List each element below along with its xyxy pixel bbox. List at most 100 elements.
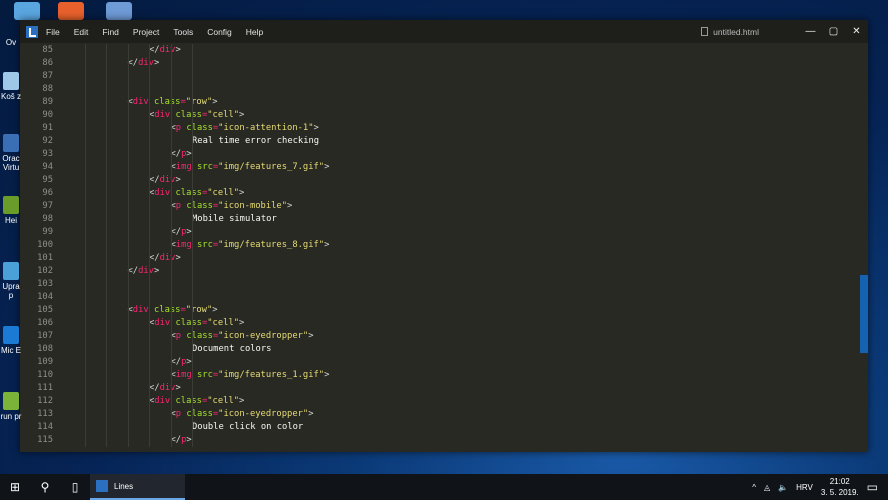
token-p: > — [153, 58, 160, 68]
indent-guide — [127, 278, 129, 291]
token-p: > — [324, 370, 330, 380]
code-line[interactable]: 99 </p> — [20, 226, 868, 239]
desktop-icon[interactable]: Mic E — [0, 326, 22, 355]
menu-config[interactable]: Config — [207, 27, 232, 37]
desktop-icon[interactable]: Orac Virtu — [0, 134, 22, 172]
code-line[interactable]: 102 </div> — [20, 265, 868, 278]
desktop-icon-top-2[interactable] — [58, 2, 84, 20]
code-line[interactable]: 111 </div> — [20, 382, 868, 395]
indent-guide — [192, 317, 193, 330]
code-line[interactable]: 114 Double click on color — [20, 421, 868, 434]
minimize-button[interactable]: — — [799, 26, 822, 37]
start-button[interactable]: ⊞ — [0, 480, 30, 494]
indent-guide — [149, 304, 150, 317]
file-tab[interactable]: untitled.html — [701, 27, 759, 37]
indent-guide — [127, 369, 129, 382]
indent-guide — [170, 330, 172, 343]
menu-find[interactable]: Find — [102, 27, 119, 37]
code-line[interactable]: 88 — [20, 83, 868, 96]
code-text: <p class="icon-attention-1"> — [53, 122, 868, 135]
indent-guide — [84, 96, 86, 109]
code-text: <div class="row"> — [53, 96, 868, 109]
indent-guide — [149, 200, 150, 213]
indent-guide — [149, 148, 150, 161]
code-line[interactable]: 97 <p class="icon-mobile"> — [20, 200, 868, 213]
menu-edit[interactable]: Edit — [74, 27, 89, 37]
code-line[interactable]: 112 <div class="cell"> — [20, 395, 868, 408]
code-line[interactable]: 94 <img src="img/features_7.gif"> — [20, 161, 868, 174]
code-line[interactable]: 110 <img src="img/features_1.gif"> — [20, 369, 868, 382]
code-line[interactable]: 91 <p class="icon-attention-1"> — [20, 122, 868, 135]
code-line[interactable]: 108 Document colors — [20, 343, 868, 356]
title-bar: File Edit Find Project Tools Config Help… — [20, 20, 868, 43]
code-text: <img src="img/features_8.gif"> — [53, 239, 868, 252]
code-line[interactable]: 104 — [20, 291, 868, 304]
indent-guide — [106, 109, 107, 122]
task-view-button[interactable]: ▯ — [60, 480, 90, 494]
desktop-icon[interactable]: run pr — [0, 392, 22, 421]
indent-guide — [127, 356, 129, 369]
indent-guide — [84, 421, 86, 434]
code-line[interactable]: 107 <p class="icon-eyedropper"> — [20, 330, 868, 343]
menu-file[interactable]: File — [46, 27, 60, 37]
indent-guide — [84, 122, 86, 135]
menu-help[interactable]: Help — [246, 27, 263, 37]
line-number: 100 — [37, 240, 53, 250]
code-line[interactable]: 106 <div class="cell"> — [20, 317, 868, 330]
code-line[interactable]: 101 </div> — [20, 252, 868, 265]
indent-guide — [149, 382, 150, 395]
taskbar-app-lines[interactable]: Lines — [90, 474, 185, 500]
indent-guide — [170, 395, 172, 408]
clock[interactable]: 21:02 3. 5. 2019. — [821, 476, 859, 498]
code-line[interactable]: 87 — [20, 70, 868, 83]
indent-guide — [106, 291, 107, 304]
desktop-icon[interactable]: Hei — [0, 196, 22, 225]
code-line[interactable]: 109 </p> — [20, 356, 868, 369]
desktop-app-icon — [3, 134, 19, 152]
code-line[interactable]: 103 — [20, 278, 868, 291]
code-line[interactable]: 100 <img src="img/features_8.gif"> — [20, 239, 868, 252]
file-name: untitled.html — [713, 26, 759, 37]
search-button[interactable]: ⚲ — [30, 480, 60, 494]
token-attr: src — [196, 162, 213, 172]
line-number: 111 — [37, 383, 53, 393]
desktop-icon-top-3[interactable] — [106, 2, 132, 20]
code-line[interactable]: 96 <div class="cell"> — [20, 187, 868, 200]
indent-guide — [84, 382, 86, 395]
indent-guide — [106, 44, 107, 57]
menu-tools[interactable]: Tools — [173, 27, 193, 37]
code-line[interactable]: 89 <div class="row"> — [20, 96, 868, 109]
code-line[interactable]: 86 </div> — [20, 57, 868, 70]
maximize-button[interactable]: ▢ — [822, 26, 845, 37]
code-editor[interactable]: 85 </div> 86 </div> 87 88 89 <div class="row"> 9… — [20, 43, 868, 452]
desktop-icon-top-1[interactable] — [14, 2, 40, 20]
tray-chevron-up-icon[interactable]: ^ — [752, 483, 756, 492]
code-text — [53, 291, 868, 304]
code-text: </p> — [53, 434, 868, 447]
code-line[interactable]: 90 <div class="cell"> — [20, 109, 868, 122]
code-line[interactable]: 95 </div> — [20, 174, 868, 187]
menu-project[interactable]: Project — [133, 27, 159, 37]
indent-guide — [127, 265, 129, 278]
desktop-icon[interactable]: Koš z — [0, 72, 22, 101]
volume-icon[interactable]: 🔈 — [778, 483, 788, 492]
indent-guide — [170, 304, 172, 317]
code-line[interactable]: 92 Real time error checking — [20, 135, 868, 148]
close-button[interactable]: ✕ — [845, 26, 868, 37]
code-line[interactable]: 113 <p class="icon-eyedropper"> — [20, 408, 868, 421]
code-line[interactable]: 93 </p> — [20, 148, 868, 161]
desktop-icon[interactable]: Ov — [0, 38, 22, 47]
indent-guide — [170, 265, 172, 278]
indent-guide — [170, 135, 172, 148]
network-icon[interactable]: ◬ — [764, 483, 770, 492]
code-line[interactable]: 98 Mobile simulator — [20, 213, 868, 226]
code-line[interactable]: 85 </div> — [20, 44, 868, 57]
scrollbar-thumb[interactable] — [860, 275, 868, 353]
indent-guide — [149, 57, 150, 70]
desktop-icon[interactable]: Upra p — [0, 262, 22, 300]
code-line[interactable]: 115 </p> — [20, 434, 868, 447]
language-indicator[interactable]: HRV — [796, 483, 813, 492]
code-line[interactable]: 105 <div class="row"> — [20, 304, 868, 317]
indent-guide — [149, 109, 150, 122]
notifications-icon[interactable]: ▭ — [867, 480, 878, 494]
